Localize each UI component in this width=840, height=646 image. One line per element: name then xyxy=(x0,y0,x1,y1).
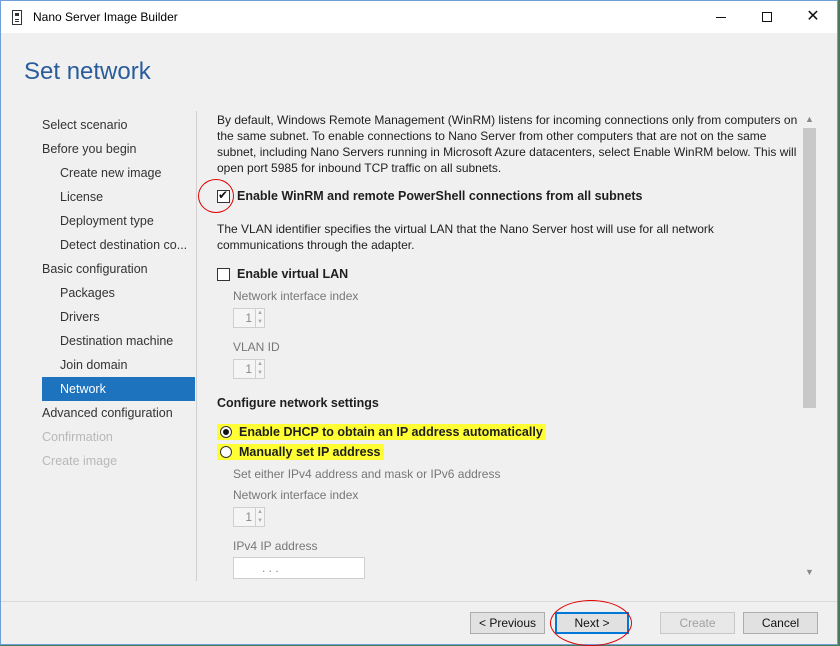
page-title: Set network xyxy=(24,58,151,85)
spin-up-icon[interactable]: ▲ xyxy=(256,360,264,369)
maximize-icon xyxy=(762,12,772,22)
nav-item-drivers[interactable]: Drivers xyxy=(42,305,195,329)
nav-item-destination-machine[interactable]: Destination machine xyxy=(42,329,195,353)
close-button[interactable]: ✕ xyxy=(790,1,836,33)
minimize-icon xyxy=(716,16,726,18)
spin-down-icon[interactable]: ▼ xyxy=(256,369,264,378)
nav-item-join-domain[interactable]: Join domain xyxy=(42,353,195,377)
dhcp-highlight: Enable DHCP to obtain an IP address auto… xyxy=(217,424,546,440)
nav-item-create-image: Create image xyxy=(42,454,118,468)
next-button[interactable]: Next > xyxy=(555,612,629,634)
enable-winrm-checkbox[interactable] xyxy=(217,188,230,203)
winrm-description: By default, Windows Remote Management (W… xyxy=(217,113,798,175)
configure-network-title: Configure network settings xyxy=(217,396,379,410)
cancel-button[interactable]: Cancel xyxy=(743,612,818,634)
manual-ip-hint: Set either IPv4 address and mask or IPv6… xyxy=(233,467,501,481)
nav-item-before-you-begin[interactable]: Before you begin xyxy=(42,137,195,161)
app-icon xyxy=(12,9,22,25)
network-settings-panel: By default, Windows Remote Management (W… xyxy=(201,111,801,581)
manual-nic-index-stepper[interactable]: 1 ▲ ▼ xyxy=(233,507,265,527)
minimize-button[interactable] xyxy=(698,1,744,33)
dhcp-radio[interactable] xyxy=(220,426,232,438)
close-icon: ✕ xyxy=(806,8,820,25)
vlan-id-stepper[interactable]: 1 ▲ ▼ xyxy=(233,359,265,379)
nav-item-packages[interactable]: Packages xyxy=(42,281,195,305)
vlan-description: The VLAN identifier specifies the virtua… xyxy=(217,222,714,252)
enable-winrm-label: Enable WinRM and remote PowerShell conne… xyxy=(237,189,643,203)
nav-item-basic-configuration[interactable]: Basic configuration xyxy=(42,257,195,281)
spin-up-icon[interactable]: ▲ xyxy=(256,309,264,318)
enable-vlan-label: Enable virtual LAN xyxy=(237,267,349,281)
maximize-button[interactable] xyxy=(744,1,790,33)
scroll-down-icon[interactable]: ▼ xyxy=(801,564,818,581)
footer-divider xyxy=(1,601,837,602)
manual-nic-index-label: Network interface index xyxy=(233,488,359,502)
nav-item-deployment-type[interactable]: Deployment type xyxy=(42,209,195,233)
manual-ip-row[interactable]: Manually set IP address xyxy=(217,444,384,460)
nav-item-select-scenario[interactable]: Select scenario xyxy=(42,113,195,137)
manual-ip-label: Manually set IP address xyxy=(239,445,381,459)
previous-button[interactable]: < Previous xyxy=(470,612,545,634)
vlan-id-value: 1 xyxy=(245,362,252,376)
spin-down-icon[interactable]: ▼ xyxy=(256,318,264,327)
nav-item-create-new-image[interactable]: Create new image xyxy=(42,161,195,185)
window-title: Nano Server Image Builder xyxy=(33,10,178,24)
manual-ip-radio[interactable] xyxy=(220,446,232,458)
nav-item-confirmation: Confirmation xyxy=(42,430,113,444)
nav-item-detect-destination[interactable]: Detect destination co... xyxy=(42,233,195,257)
nav-item-license[interactable]: License xyxy=(42,185,195,209)
create-button: Create xyxy=(660,612,735,634)
manual-nic-index-value: 1 xyxy=(245,510,252,524)
ipv4-label: IPv4 IP address xyxy=(233,539,318,553)
vlan-nic-index-label: Network interface index xyxy=(233,289,359,303)
dhcp-row[interactable]: Enable DHCP to obtain an IP address auto… xyxy=(217,424,546,440)
enable-vlan-checkbox[interactable] xyxy=(217,267,230,281)
vlan-nic-index-value: 1 xyxy=(245,311,252,325)
scroll-thumb[interactable] xyxy=(803,128,816,408)
spin-up-icon[interactable]: ▲ xyxy=(256,508,264,517)
scroll-up-icon[interactable]: ▲ xyxy=(801,111,818,128)
content-scrollbar[interactable]: ▲ ▼ xyxy=(801,111,818,581)
nav-divider xyxy=(196,111,197,581)
ipv4-address-input[interactable]: . . . xyxy=(233,557,365,579)
dhcp-label: Enable DHCP to obtain an IP address auto… xyxy=(239,425,543,439)
page-header: Set network xyxy=(1,33,837,98)
manual-ip-highlight: Manually set IP address xyxy=(217,444,384,460)
enable-winrm-row[interactable]: Enable WinRM and remote PowerShell conne… xyxy=(217,188,643,203)
enable-vlan-row[interactable]: Enable virtual LAN xyxy=(217,267,348,281)
wizard-nav: Select scenario Before you begin Create … xyxy=(1,111,196,581)
vlan-nic-index-stepper[interactable]: 1 ▲ ▼ xyxy=(233,308,265,328)
nav-item-network[interactable]: Network xyxy=(42,377,195,401)
title-bar: Nano Server Image Builder ✕ xyxy=(1,1,837,33)
nav-item-advanced-configuration[interactable]: Advanced configuration xyxy=(42,401,195,425)
vlan-id-label: VLAN ID xyxy=(233,340,280,354)
app-window: Nano Server Image Builder ✕ Set network … xyxy=(0,0,838,646)
spin-down-icon[interactable]: ▼ xyxy=(256,517,264,526)
